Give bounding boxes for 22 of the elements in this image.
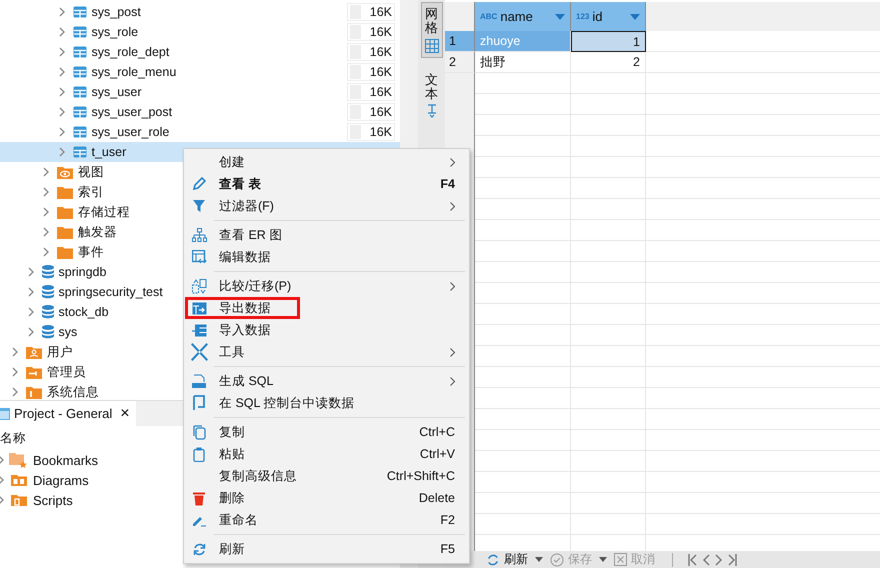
shortcut: Ctrl+C (419, 425, 455, 439)
size-cell: 16K (347, 83, 395, 101)
size-cell: 16K (347, 63, 395, 81)
table-cell: zhuoye (475, 31, 571, 52)
shortcut: Ctrl+Shift+C (386, 469, 455, 483)
column-header: 名称 (0, 430, 26, 447)
table-cell: 2 (571, 52, 646, 73)
size-cell: 16K (347, 23, 395, 41)
type-tag: ABC (480, 12, 498, 21)
size-cell: 16K (347, 3, 395, 21)
type-tag: 123 (576, 12, 590, 21)
size-cell: 16K (347, 123, 395, 141)
table-cell: 1 (571, 31, 646, 52)
table-cell: 拙野 (475, 52, 571, 73)
shortcut: F5 (440, 542, 455, 556)
size-cell: 16K (347, 43, 395, 61)
shortcut: Ctrl+V (420, 447, 455, 461)
project-tab-title: Project - General (14, 406, 112, 421)
shortcut: F2 (440, 513, 455, 527)
shortcut: Delete (418, 491, 455, 505)
shortcut: F4 (440, 177, 455, 191)
size-cell: 16K (347, 103, 395, 121)
